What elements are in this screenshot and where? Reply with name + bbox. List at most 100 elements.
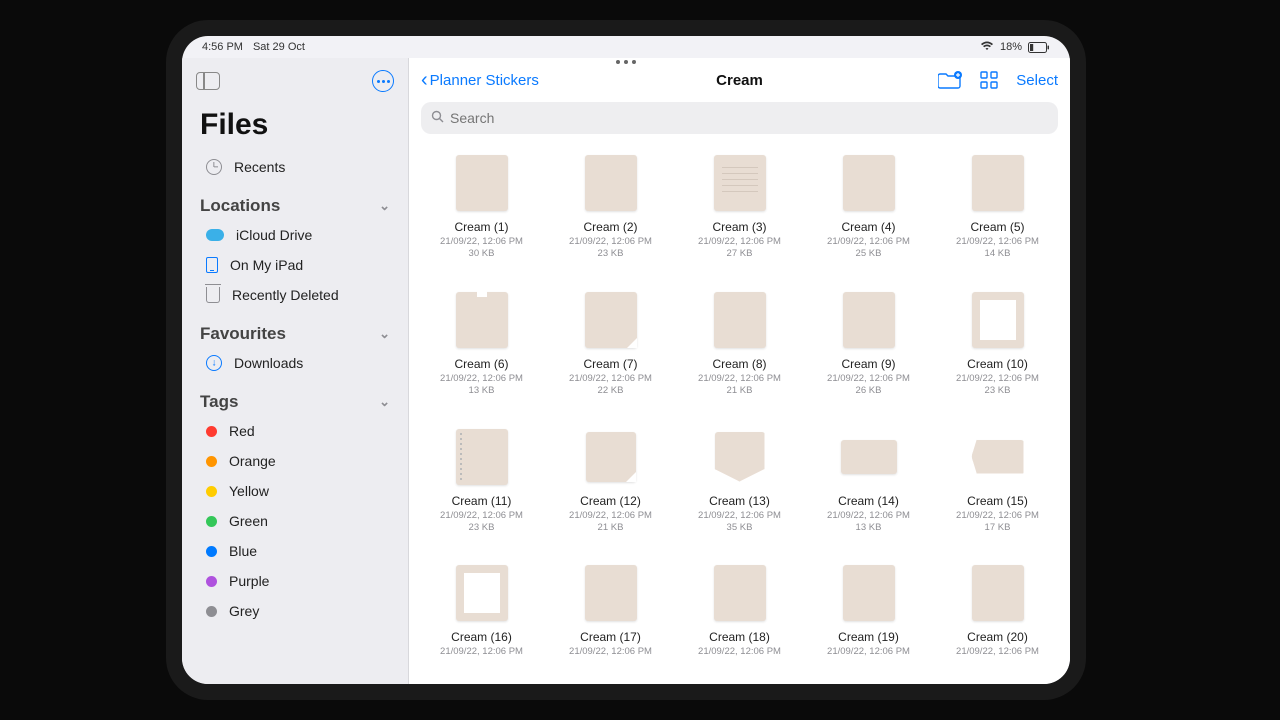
file-item[interactable]: Cream (6)21/09/22, 12:06 PM13 KB — [421, 289, 542, 402]
main: ‹ Planner Stickers Cream Select — [408, 58, 1070, 684]
file-item[interactable]: Cream (1)21/09/22, 12:06 PM30 KB — [421, 152, 542, 265]
file-date: 21/09/22, 12:06 PM — [440, 373, 523, 385]
sidebar-item-label: iCloud Drive — [236, 227, 384, 243]
file-date: 21/09/22, 12:06 PM — [569, 373, 652, 385]
sidebar-item-recentlydeleted[interactable]: Recently Deleted — [188, 280, 402, 310]
section-locations[interactable]: Locations ⌄ — [182, 182, 408, 220]
battery-icon — [1028, 42, 1050, 53]
download-icon — [206, 355, 222, 371]
search-input[interactable] — [450, 110, 1048, 126]
file-item[interactable]: Cream (2)21/09/22, 12:06 PM23 KB — [550, 152, 671, 265]
file-item[interactable]: Cream (20)21/09/22, 12:06 PM — [937, 562, 1058, 664]
file-size: 35 KB — [727, 522, 753, 533]
file-thumbnail — [838, 562, 900, 624]
sidebar-item-label: Purple — [229, 573, 384, 589]
tag-dot-icon — [206, 426, 217, 437]
file-item[interactable]: Cream (16)21/09/22, 12:06 PM — [421, 562, 542, 664]
sidebar-item-recents[interactable]: Recents — [188, 152, 402, 182]
more-menu-icon[interactable] — [372, 70, 394, 92]
status-date: Sat 29 Oct — [253, 41, 305, 53]
sidebar-item-label: Blue — [229, 543, 384, 559]
file-item[interactable]: Cream (15)21/09/22, 12:06 PM17 KB — [937, 426, 1058, 539]
file-size: 23 KB — [985, 385, 1011, 396]
file-size: 25 KB — [856, 248, 882, 259]
sidebar: Files Recents Locations ⌄ iCloud Drive O… — [182, 58, 408, 684]
section-title: Locations — [200, 196, 280, 216]
file-name: Cream (18) — [709, 630, 770, 644]
file-date: 21/09/22, 12:06 PM — [698, 236, 781, 248]
file-item[interactable]: Cream (18) 21/09/22, 12:06 PM — [679, 562, 800, 664]
sidebar-item-tag[interactable]: Orange — [188, 446, 402, 476]
file-name: Cream (17) — [580, 630, 641, 644]
search-field[interactable] — [421, 102, 1058, 134]
sidebar-item-label: On My iPad — [230, 257, 384, 273]
sidebar-item-tag[interactable]: Yellow — [188, 476, 402, 506]
sidebar-item-tag[interactable]: Grey — [188, 596, 402, 626]
file-item[interactable]: Cream (8)21/09/22, 12:06 PM21 KB — [679, 289, 800, 402]
file-item[interactable]: Cream (11)21/09/22, 12:06 PM23 KB — [421, 426, 542, 539]
file-item[interactable]: Cream (19)21/09/22, 12:06 PM — [808, 562, 929, 664]
file-date: 21/09/22, 12:06 PM — [827, 510, 910, 522]
tag-dot-icon — [206, 486, 217, 497]
clock-icon — [206, 159, 222, 175]
file-thumbnail — [967, 152, 1029, 214]
cloud-icon — [206, 229, 224, 241]
file-item[interactable]: Cream (3)21/09/22, 12:06 PM27 KB — [679, 152, 800, 265]
section-tags[interactable]: Tags ⌄ — [182, 378, 408, 416]
file-date: 21/09/22, 12:06 PM — [956, 510, 1039, 522]
file-size: 23 KB — [469, 522, 495, 533]
section-title: Tags — [200, 392, 238, 412]
file-size: 22 KB — [598, 385, 624, 396]
sidebar-item-tag[interactable]: Purple — [188, 566, 402, 596]
sidebar-item-label: Downloads — [234, 355, 384, 371]
sidebar-item-icloud[interactable]: iCloud Drive — [188, 220, 402, 250]
file-thumbnail — [451, 289, 513, 351]
status-bar: 4:56 PM Sat 29 Oct 18% — [182, 36, 1070, 58]
file-item[interactable]: Cream (13)21/09/22, 12:06 PM35 KB — [679, 426, 800, 539]
file-item[interactable]: Cream (17)21/09/22, 12:06 PM — [550, 562, 671, 664]
file-name: Cream (5) — [970, 220, 1024, 234]
back-button[interactable]: ‹ Planner Stickers — [421, 70, 539, 90]
battery-pct: 18% — [1000, 41, 1022, 53]
file-date: 21/09/22, 12:06 PM — [569, 236, 652, 248]
file-thumbnail — [838, 152, 900, 214]
sidebar-toggle-icon[interactable] — [196, 72, 220, 90]
view-grid-icon[interactable] — [980, 71, 998, 89]
tag-dot-icon — [206, 456, 217, 467]
file-thumbnail — [709, 289, 771, 351]
file-date: 21/09/22, 12:06 PM — [956, 373, 1039, 385]
file-size: 27 KB — [727, 248, 753, 259]
file-date: 21/09/22, 12:06 PM — [698, 646, 781, 658]
file-date: 21/09/22, 12:06 PM — [956, 646, 1039, 658]
section-favourites[interactable]: Favourites ⌄ — [182, 310, 408, 348]
file-date: 21/09/22, 12:06 PM — [698, 510, 781, 522]
sidebar-item-onmyipad[interactable]: On My iPad — [188, 250, 402, 280]
file-item[interactable]: Cream (14)21/09/22, 12:06 PM13 KB — [808, 426, 929, 539]
sidebar-item-label: Grey — [229, 603, 384, 619]
file-size: 13 KB — [469, 385, 495, 396]
file-item[interactable]: Cream (12)21/09/22, 12:06 PM21 KB — [550, 426, 671, 539]
file-thumbnail — [967, 562, 1029, 624]
sidebar-item-downloads[interactable]: Downloads — [188, 348, 402, 378]
file-item[interactable]: Cream (9)21/09/22, 12:06 PM26 KB — [808, 289, 929, 402]
file-item[interactable]: Cream (5)21/09/22, 12:06 PM14 KB — [937, 152, 1058, 265]
file-name: Cream (10) — [967, 357, 1028, 371]
file-item[interactable]: Cream (7)21/09/22, 12:06 PM22 KB — [550, 289, 671, 402]
new-folder-icon[interactable] — [938, 71, 962, 89]
select-button[interactable]: Select — [1016, 72, 1058, 89]
chevron-left-icon: ‹ — [421, 70, 428, 90]
app-title: Files — [182, 100, 408, 152]
file-item[interactable]: Cream (4)21/09/22, 12:06 PM25 KB — [808, 152, 929, 265]
sidebar-item-tag[interactable]: Green — [188, 506, 402, 536]
sidebar-item-tag[interactable]: Red — [188, 416, 402, 446]
file-thumbnail — [709, 152, 771, 214]
file-thumbnail — [967, 289, 1029, 351]
sidebar-item-tag[interactable]: Blue — [188, 536, 402, 566]
file-date: 21/09/22, 12:06 PM — [440, 236, 523, 248]
file-date: 21/09/22, 12:06 PM — [827, 236, 910, 248]
file-thumbnail — [451, 426, 513, 488]
file-size: 21 KB — [727, 385, 753, 396]
file-item[interactable]: Cream (10) 21/09/22, 12:06 PM23 KB — [937, 289, 1058, 402]
file-size: 23 KB — [598, 248, 624, 259]
file-name: Cream (16) — [451, 630, 512, 644]
